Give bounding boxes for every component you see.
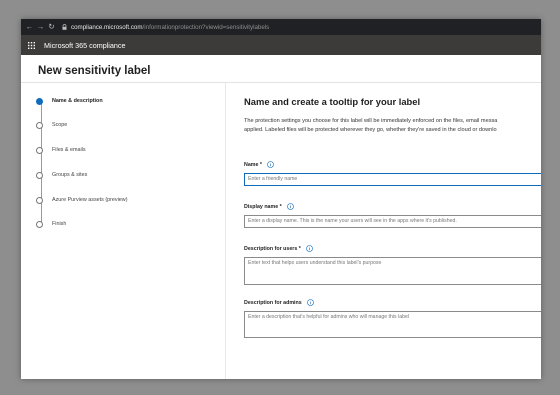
section-description: The protection settings you choose for t… bbox=[244, 117, 541, 134]
app-header: Microsoft 365 compliance bbox=[21, 35, 541, 55]
sidebar-divider bbox=[225, 83, 226, 379]
page-title: New sensitivity label bbox=[38, 65, 151, 77]
admins-description-field-label: Description for admins bbox=[244, 299, 314, 306]
name-input[interactable]: Enter a friendly name bbox=[244, 173, 541, 186]
info-icon[interactable] bbox=[267, 161, 274, 168]
name-label-text: Name * bbox=[244, 161, 262, 168]
section-heading: Name and create a tooltip for your label bbox=[244, 96, 421, 107]
users-description-textarea[interactable]: Enter text that helps users understand t… bbox=[244, 257, 541, 285]
step-groups-sites[interactable]: Groups & sites bbox=[34, 168, 87, 182]
step-current-indicator-icon bbox=[36, 97, 43, 105]
url-host: compliance.microsoft.com bbox=[71, 23, 143, 31]
step-azure-purview[interactable]: Azure Purview assets (preview) bbox=[34, 193, 128, 207]
step-name-description[interactable]: Name & description bbox=[34, 94, 103, 108]
admins-description-label-text: Description for admins bbox=[244, 299, 302, 306]
address-bar[interactable]: compliance.microsoft.com /informationpro… bbox=[71, 24, 269, 31]
description-line: The protection settings you choose for t… bbox=[244, 118, 498, 124]
name-field-label: Name * bbox=[244, 161, 274, 168]
step-indicator-icon bbox=[36, 121, 43, 129]
step-label: Name & description bbox=[52, 98, 103, 104]
step-label: Azure Purview assets (preview) bbox=[52, 197, 128, 203]
step-files-emails[interactable]: Files & emails bbox=[34, 143, 86, 157]
step-label: Finish bbox=[52, 221, 67, 227]
step-label: Files & emails bbox=[52, 147, 86, 153]
back-arrow-icon[interactable]: ← bbox=[24, 19, 35, 35]
step-indicator-icon bbox=[36, 171, 43, 179]
reload-icon[interactable]: ↻ bbox=[46, 19, 57, 35]
title-divider bbox=[21, 82, 541, 83]
app-launcher-icon[interactable] bbox=[21, 41, 41, 49]
forward-arrow-icon[interactable]: → bbox=[35, 19, 46, 35]
url-path: /informationprotection?viewid=sensitivit… bbox=[142, 23, 270, 31]
step-indicator-icon bbox=[36, 146, 43, 154]
admins-description-textarea[interactable]: Enter a description that's helpful for a… bbox=[244, 311, 541, 338]
info-icon[interactable] bbox=[286, 203, 294, 210]
info-icon[interactable] bbox=[306, 245, 313, 252]
description-line: applied. Labeled files will be protected… bbox=[244, 126, 497, 133]
users-description-field-label: Description for users * bbox=[244, 245, 313, 252]
info-icon[interactable] bbox=[306, 299, 314, 306]
app-title[interactable]: Microsoft 365 compliance bbox=[44, 41, 126, 50]
browser-toolbar: ← → ↻ compliance.microsoft.com /informat… bbox=[21, 19, 541, 35]
browser-window: ← → ↻ compliance.microsoft.com /informat… bbox=[21, 19, 541, 379]
users-description-label-text: Description for users * bbox=[244, 245, 301, 252]
step-indicator-icon bbox=[36, 220, 43, 228]
step-finish[interactable]: Finish bbox=[34, 217, 66, 231]
lock-icon bbox=[62, 24, 67, 30]
display-name-input[interactable]: Enter a display name. This is the name y… bbox=[244, 215, 541, 228]
step-indicator-icon bbox=[36, 196, 43, 204]
step-label: Scope bbox=[52, 122, 68, 128]
step-scope[interactable]: Scope bbox=[34, 118, 67, 132]
step-label: Groups & sites bbox=[52, 172, 88, 178]
display-name-label-text: Display name * bbox=[244, 203, 282, 210]
display-name-field-label: Display name * bbox=[244, 203, 294, 210]
